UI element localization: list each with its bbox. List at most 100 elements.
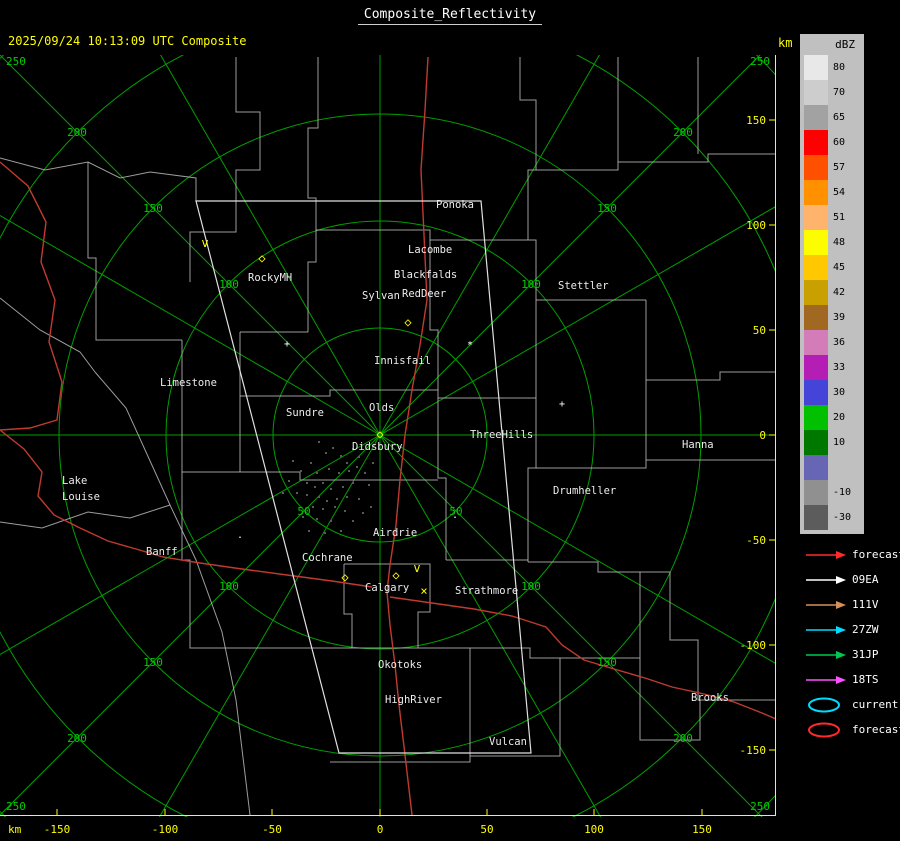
colorbar-value: 45 [833, 262, 846, 273]
point-marker: + [284, 339, 290, 350]
colorbar-swatch [804, 130, 828, 155]
colorbar-swatch [804, 180, 828, 205]
colorbar-value: 33 [833, 362, 846, 373]
radar-map[interactable]: 250200150100 10015020025050 50100 100150 150… [0, 55, 776, 817]
boundary-line [87, 162, 182, 341]
legend-item-31JP: 31JP [800, 642, 900, 667]
right-axis-label: 150 [746, 114, 766, 127]
radar-echo [340, 530, 342, 532]
arrow-marker: v [413, 561, 420, 575]
site-marker-diamond: ◇ [258, 251, 266, 265]
timestamp: 2025/09/24 10:13:09 UTC Composite [8, 34, 247, 48]
place-label-limestone: Limestone [160, 377, 217, 389]
place-label-hanna: Hanna [682, 439, 714, 451]
arrow-icon [806, 650, 846, 659]
bottom-axis: km -150 -100 -50 0 50 100 150 [0, 817, 776, 841]
boundary-line [307, 57, 319, 332]
colorbar-value: 80 [833, 62, 846, 73]
colorbar-swatch [804, 305, 828, 330]
radar-echo [340, 455, 342, 457]
colorbar-entry: 65 [800, 105, 864, 130]
colorbar-entry: -10 [800, 480, 864, 505]
boundary-line [0, 297, 96, 373]
place-label-calgary: Calgary [365, 582, 409, 594]
place-label-sundre: Sundre [286, 407, 324, 419]
colorbar-title: dBZ [835, 38, 855, 51]
arrow-icon [806, 550, 846, 559]
place-label-louise: Louise [62, 491, 100, 503]
radar-echo [334, 506, 336, 508]
radar-echo [348, 470, 350, 472]
legend-label: 09EA [852, 573, 879, 586]
bottom-axis-label: -150 [43, 823, 71, 836]
radar-echo [306, 494, 308, 496]
ring-distance-label: 100 [521, 278, 541, 291]
right-axis-label: -100 [740, 639, 767, 652]
ring-distance-label: 200 [673, 732, 693, 745]
arrow-icon [806, 600, 846, 609]
bottom-axis-label: -50 [262, 823, 282, 836]
site-marker-diamond: ◇ [376, 427, 384, 441]
place-label-stettler: Stettler [558, 280, 609, 292]
boundary-line [519, 57, 537, 300]
boundary-line [0, 504, 171, 529]
place-label-cochrane: Cochrane [302, 552, 353, 564]
reflectivity-colorbar: dBZ 80 70 65 60 57 54 51 48 45 42 39 36 33 30 20 10 -10 -… [800, 34, 864, 534]
radar-echo [328, 468, 330, 470]
colorbar-swatch [804, 255, 828, 280]
colorbar-swatch [804, 355, 828, 380]
boundary-line [646, 371, 776, 381]
place-label-blackfalds: Blackfalds [394, 269, 457, 281]
site-marker-diamond: ◇ [404, 315, 412, 329]
ring-distance-label: 200 [67, 126, 87, 139]
colorbar-entry: 57 [800, 155, 864, 180]
radar-echo [364, 472, 366, 474]
colorbar-swatch [804, 380, 828, 405]
colorbar-value: 51 [833, 212, 846, 223]
radar-echo [358, 456, 360, 458]
place-label-didsbury: Didsbury [352, 441, 403, 453]
radar-echo [310, 462, 312, 464]
radar-echo [372, 462, 374, 464]
ring-distance-label: 200 [673, 126, 693, 139]
ring-distance-label: 150 [597, 656, 617, 669]
radar-echo [344, 510, 346, 512]
place-label-airdrie: Airdrie [373, 527, 417, 539]
place-label-sylvan: Sylvan [362, 290, 400, 302]
colorbar-swatch [804, 230, 828, 255]
colorbar-value: 36 [833, 337, 846, 348]
highway-line [0, 161, 63, 431]
radar-echo [318, 441, 320, 443]
place-label-strathmore: Strathmore [455, 585, 518, 597]
point-marker: . [452, 510, 458, 521]
point-marker: . [237, 530, 243, 541]
radar-echo [352, 482, 354, 484]
boundary-line [536, 153, 776, 171]
colorbar-value: 39 [833, 312, 846, 323]
colorbar-swatch [804, 330, 828, 355]
boundary-line [343, 563, 431, 649]
ellipse-icon [808, 697, 840, 712]
radar-echo [316, 472, 318, 474]
colorbar-entry: 48 [800, 230, 864, 255]
colorbar-swatch [804, 80, 828, 105]
radar-viewer-window: { "header": { "title": "Composite_Reflec… [0, 0, 900, 841]
radar-echo [326, 500, 328, 502]
legend-item-27ZW: 27ZW [800, 617, 900, 642]
radar-echo [296, 492, 298, 494]
radar-echo [288, 480, 290, 482]
ring-distance-label: 250 [750, 55, 770, 68]
place-label-olds: Olds [369, 402, 394, 414]
radar-echo [300, 470, 302, 472]
bottom-axis-label: -100 [151, 823, 179, 836]
colorbar-entry: 60 [800, 130, 864, 155]
place-label-highriver: HighRiver [385, 694, 442, 706]
radar-echo [370, 506, 372, 508]
colorbar-entry: 30 [800, 380, 864, 405]
arrow-icon [806, 575, 846, 584]
arrow-head [836, 625, 846, 634]
colorbar-value: 42 [833, 287, 846, 298]
colorbar-swatch [804, 455, 828, 480]
place-label-vulcan: Vulcan [489, 736, 527, 748]
scan-area-outline [195, 200, 532, 754]
